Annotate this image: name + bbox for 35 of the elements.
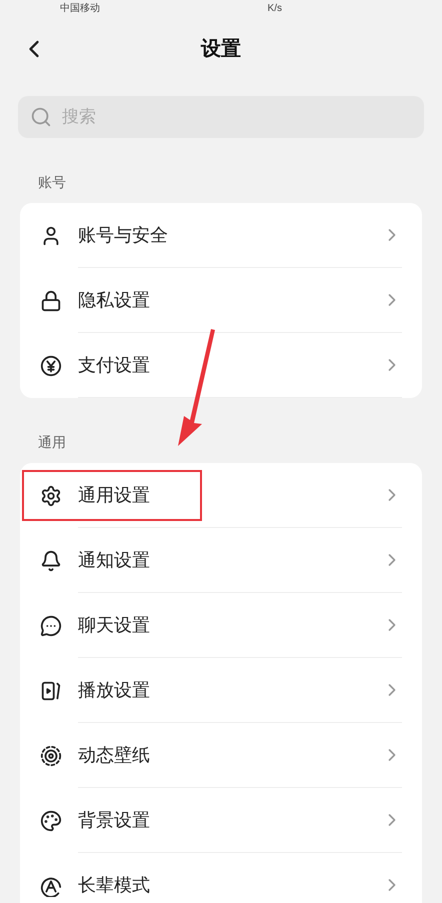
row-label: 账号与安全 bbox=[78, 224, 169, 246]
row-label: 长辈模式 bbox=[78, 874, 151, 896]
chat-bubble-icon bbox=[40, 614, 62, 636]
section-label: 通用 bbox=[37, 433, 67, 452]
carrier-text: 中国移动 bbox=[60, 4, 100, 14]
palette-icon bbox=[40, 810, 62, 832]
settings-row[interactable]: 通用设置 bbox=[20, 463, 422, 528]
row-label: 通知设置 bbox=[78, 548, 151, 572]
section-label: 账号 bbox=[37, 173, 67, 192]
settings-row[interactable]: 长辈模式 bbox=[20, 853, 422, 903]
settings-row[interactable]: 动态壁纸 bbox=[20, 723, 422, 788]
row-label: 支付设置 bbox=[78, 354, 151, 376]
settings-row[interactable]: 账号与安全 bbox=[20, 203, 422, 268]
dashed-target-icon bbox=[40, 744, 62, 766]
row-label: 动态壁纸 bbox=[78, 744, 151, 766]
play-door-icon bbox=[40, 680, 62, 702]
settings-row[interactable]: 背景设置 bbox=[20, 788, 422, 853]
row-label: 聊天设置 bbox=[78, 614, 151, 636]
row-label: 背景设置 bbox=[78, 808, 151, 832]
settings-row[interactable]: 聊天设置 bbox=[20, 593, 422, 658]
lock-icon bbox=[40, 290, 62, 312]
settings-row[interactable]: 通知设置 bbox=[20, 528, 422, 593]
yen-coin-icon bbox=[40, 354, 62, 376]
network-speed: K/s bbox=[268, 4, 282, 14]
settings-row[interactable]: 播放设置 bbox=[20, 658, 422, 723]
row-label: 播放设置 bbox=[78, 678, 151, 702]
settings-icon bbox=[40, 484, 62, 506]
page-title: 设置 bbox=[201, 37, 241, 62]
row-label: 隐私设置 bbox=[78, 288, 151, 312]
search-field[interactable]: 搜索 bbox=[18, 96, 424, 138]
settings-row[interactable]: 隐私设置 bbox=[20, 268, 422, 333]
bell-icon bbox=[40, 550, 62, 572]
search-icon bbox=[30, 106, 52, 128]
row-label: 通用设置 bbox=[78, 484, 151, 506]
circle-triangle-icon bbox=[40, 874, 62, 896]
